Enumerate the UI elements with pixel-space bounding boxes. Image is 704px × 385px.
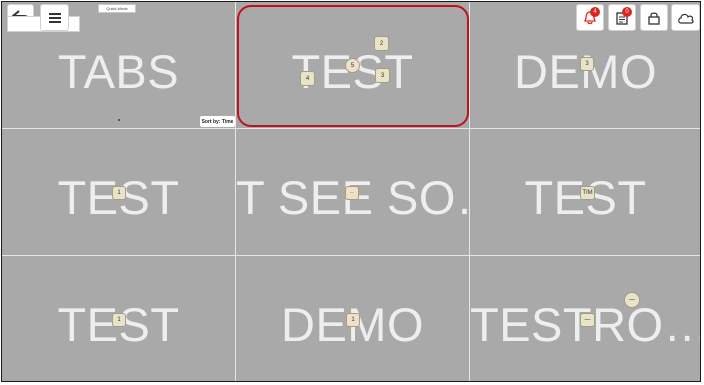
marker[interactable]: 1 <box>112 186 126 200</box>
marker[interactable]: 1 <box>346 313 360 327</box>
tasks-count-badge: 0 <box>622 7 632 17</box>
cloud-sync-button[interactable] <box>671 4 700 31</box>
tile-label: TABS <box>57 45 180 98</box>
tile-demo-2[interactable]: DEMO 1 <box>236 256 470 381</box>
cloud-icon <box>677 13 694 24</box>
lock-button[interactable] <box>640 4 668 31</box>
marker[interactable]: — <box>624 292 640 308</box>
tasks-button[interactable]: 0 <box>608 4 636 31</box>
tile-see-so[interactable]: T SEE SO… ·· <box>236 129 470 256</box>
dot <box>118 119 120 121</box>
notifications-count-badge: 4 <box>590 7 600 17</box>
marker[interactable]: ·· <box>345 186 359 200</box>
tile-label: DEMO <box>514 45 657 98</box>
selected-tile-outline <box>237 5 469 127</box>
marker[interactable]: 1 <box>112 313 126 327</box>
tile-testro[interactable]: TESTRO… — — <box>470 256 700 381</box>
board-frame: TABS Sort by: Time TEST 2 5 4 3 DEMO 3 T… <box>1 1 701 382</box>
menu-button[interactable] <box>40 4 69 31</box>
lock-icon <box>648 11 660 25</box>
mode-tag: Quick Mode <box>98 4 136 13</box>
tile-test-4[interactable]: TEST 1 <box>2 256 236 381</box>
marker[interactable]: 3 <box>580 57 594 71</box>
tile-test-3[interactable]: TEST TIM <box>470 129 700 256</box>
hamburger-icon <box>48 12 61 23</box>
notifications-button[interactable]: 4 <box>576 4 604 31</box>
tile-test-2[interactable]: TEST 1 <box>2 129 236 256</box>
sort-by-button[interactable]: Sort by: Time <box>200 116 235 127</box>
marker[interactable]: TIM <box>580 186 595 200</box>
marker[interactable]: — <box>580 313 595 327</box>
